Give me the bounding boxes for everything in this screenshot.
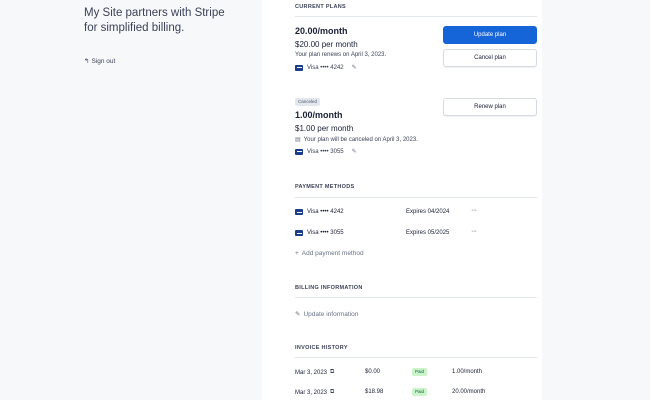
- card-label: Visa •••• 3055: [307, 148, 344, 155]
- plan-name: 20.00/month: [295, 26, 348, 36]
- right-margin: [542, 0, 650, 400]
- paid-badge: Paid: [412, 368, 428, 376]
- more-options-icon[interactable]: ···: [471, 207, 477, 214]
- visa-card-icon: [295, 209, 303, 215]
- card-expiry: Expires 05/2025: [406, 230, 450, 236]
- invoice-row[interactable]: Mar 3, 2023 ⧉ $0.00 Paid 1.00/month: [295, 368, 537, 379]
- payment-methods-title: PAYMENT METHODS: [295, 184, 355, 190]
- update-plan-button[interactable]: Update plan: [443, 26, 537, 44]
- card-label: Visa •••• 4242: [307, 64, 344, 71]
- edit-pencil-icon: ✎: [295, 311, 301, 318]
- external-link-icon: ⧉: [330, 389, 335, 395]
- plan-renewal-note: Your plan renews on April 3, 2023.: [295, 52, 386, 58]
- plan-cancel-note: ▤ Your plan will be canceled on April 3,…: [295, 136, 418, 144]
- payment-card: Visa •••• 4242: [295, 209, 344, 215]
- edit-pencil-icon[interactable]: ✎: [352, 148, 357, 155]
- invoice-description: 1.00/month: [452, 369, 483, 375]
- invoice-history-title: INVOICE HISTORY: [295, 345, 348, 351]
- left-pane: My Site partners with Stripe for simplif…: [0, 0, 262, 400]
- invoice-amount: $18.98: [365, 389, 384, 395]
- sign-out-link[interactable]: ↰ Sign out: [84, 57, 116, 66]
- divider: [295, 357, 537, 358]
- plan-note-text: Your plan will be canceled on April 3, 2…: [303, 136, 418, 143]
- renew-plan-button[interactable]: Renew plan: [443, 98, 537, 116]
- invoice-row[interactable]: Mar 3, 2023 ⧉ $18.98 Paid 20.00/month: [295, 388, 537, 399]
- more-options-icon[interactable]: ···: [471, 228, 477, 235]
- edit-pencil-icon[interactable]: ✎: [352, 64, 357, 71]
- visa-card-icon: [295, 64, 303, 71]
- plan-price: $20.00 per month: [295, 40, 358, 49]
- billing-information-title: BILLING INFORMATION: [295, 285, 363, 291]
- invoice-description: 20.00/month: [452, 389, 486, 395]
- divider: [295, 297, 537, 298]
- canceled-badge: Canceled: [295, 98, 321, 106]
- invoice-date[interactable]: Mar 3, 2023 ⧉: [295, 369, 334, 376]
- card-label: Visa •••• 4242: [307, 209, 344, 215]
- plan-card: Visa •••• 3055 ✎: [295, 148, 357, 155]
- plus-icon: +: [295, 250, 299, 257]
- update-information-label: Update information: [303, 310, 359, 318]
- calendar-icon: ▤: [295, 137, 301, 143]
- invoice-amount: $0.00: [365, 369, 381, 375]
- external-link-icon: ⧉: [330, 369, 335, 375]
- plan-card: Visa •••• 4242 ✎: [295, 64, 357, 71]
- plan-price: $1.00 per month: [295, 124, 354, 133]
- add-payment-method-link[interactable]: + Add payment method: [295, 250, 364, 257]
- payment-method-row[interactable]: Visa •••• 3055 Expires 05/2025 ···: [295, 228, 537, 240]
- plan-note-text: Your plan renews on April 3, 2023.: [295, 52, 387, 58]
- sign-out-label: Sign out: [91, 57, 116, 65]
- cancel-plan-button[interactable]: Cancel plan: [443, 49, 537, 67]
- invoice-date-label: Mar 3, 2023: [295, 369, 328, 376]
- main-content: CURRENT PLANS 20.00/month $20.00 per mon…: [262, 0, 542, 400]
- merchant-tagline: My Site partners with Stripe for simplif…: [84, 7, 225, 34]
- visa-card-icon: [295, 230, 303, 236]
- divider: [295, 16, 537, 17]
- plan-name: 1.00/month: [295, 110, 343, 120]
- current-plans-title: CURRENT PLANS: [295, 4, 346, 10]
- payment-method-row[interactable]: Visa •••• 4242 Expires 04/2024 ···: [295, 207, 537, 219]
- invoice-date[interactable]: Mar 3, 2023 ⧉: [295, 389, 334, 396]
- card-expiry: Expires 04/2024: [406, 209, 450, 215]
- card-label: Visa •••• 3055: [307, 230, 344, 236]
- back-arrow-icon: ↰: [84, 58, 90, 65]
- invoice-date-label: Mar 3, 2023: [295, 389, 328, 396]
- add-payment-method-label: Add payment method: [301, 250, 364, 257]
- payment-card: Visa •••• 3055: [295, 230, 344, 236]
- update-information-link[interactable]: ✎ Update information: [295, 310, 359, 319]
- divider: [295, 197, 537, 198]
- visa-card-icon: [295, 148, 303, 155]
- paid-badge: Paid: [412, 388, 428, 396]
